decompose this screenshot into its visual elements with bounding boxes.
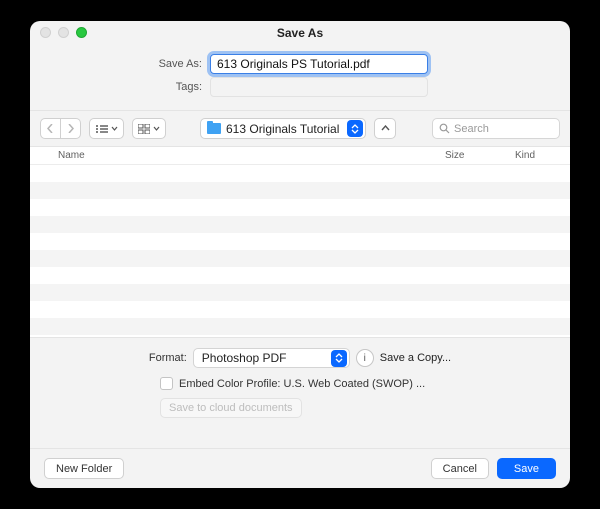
folder-icon [207,123,221,134]
list-row [30,284,570,301]
format-area: Format: Photoshop PDF i Save a Copy... E… [30,338,570,422]
list-row [30,301,570,318]
new-folder-button[interactable]: New Folder [44,458,124,479]
titlebar: Save As [30,21,570,45]
chevron-down-icon [153,126,160,131]
window-title: Save As [30,26,570,40]
view-list-button[interactable] [89,118,124,139]
column-size[interactable]: Size [445,150,515,161]
tags-input[interactable] [210,77,428,97]
minimize-icon[interactable] [58,27,69,38]
list-row [30,250,570,267]
back-button[interactable] [40,118,61,139]
search-input[interactable]: Search [432,118,560,139]
format-label: Format: [149,352,187,364]
list-row [30,318,570,335]
column-kind[interactable]: Kind [515,150,570,161]
browser-toolbar: 613 Originals Tutorial Search [30,111,570,146]
updown-icon [347,120,363,137]
embed-profile-checkbox[interactable] [160,377,173,390]
list-row [30,199,570,216]
search-icon [439,123,450,134]
column-name[interactable]: Name [30,150,445,161]
list-row [30,182,570,199]
info-button[interactable]: i [356,349,374,367]
save-as-label: Save As: [30,58,210,70]
embed-profile-label: Embed Color Profile: U.S. Web Coated (SW… [179,378,425,390]
grid-icon [138,124,150,134]
list-row [30,216,570,233]
close-icon[interactable] [40,27,51,38]
save-as-dialog: Save As Save As: Tags: [30,21,570,488]
search-placeholder: Search [454,123,489,135]
chevron-left-icon [47,124,54,133]
save-a-copy-button[interactable]: Save a Copy... [380,352,451,364]
cancel-button[interactable]: Cancel [431,458,489,479]
dialog-footer: New Folder Cancel Save [30,448,570,488]
file-list: Name Size Kind [30,146,570,338]
chevron-down-icon [111,126,118,131]
list-row [30,267,570,284]
nav-buttons [40,118,81,139]
save-to-cloud-button: Save to cloud documents [160,398,302,418]
folder-select[interactable]: 613 Originals Tutorial [200,118,366,139]
list-body[interactable] [30,165,570,335]
format-select[interactable]: Photoshop PDF [193,348,350,368]
folder-name: 613 Originals Tutorial [226,122,339,136]
format-value: Photoshop PDF [202,351,287,365]
list-row [30,233,570,250]
filename-form: Save As: Tags: [30,45,570,110]
save-button[interactable]: Save [497,458,556,479]
filename-input[interactable] [210,54,428,74]
chevron-up-icon [381,125,390,132]
window-controls [40,27,87,38]
maximize-icon[interactable] [76,27,87,38]
forward-button[interactable] [61,118,81,139]
tags-label: Tags: [30,81,210,93]
updown-icon [331,350,347,367]
list-header: Name Size Kind [30,147,570,165]
chevron-right-icon [67,124,74,133]
info-icon: i [364,353,366,364]
collapse-button[interactable] [374,118,396,139]
list-icon [95,124,108,134]
list-row [30,165,570,182]
view-grid-button[interactable] [132,118,166,139]
